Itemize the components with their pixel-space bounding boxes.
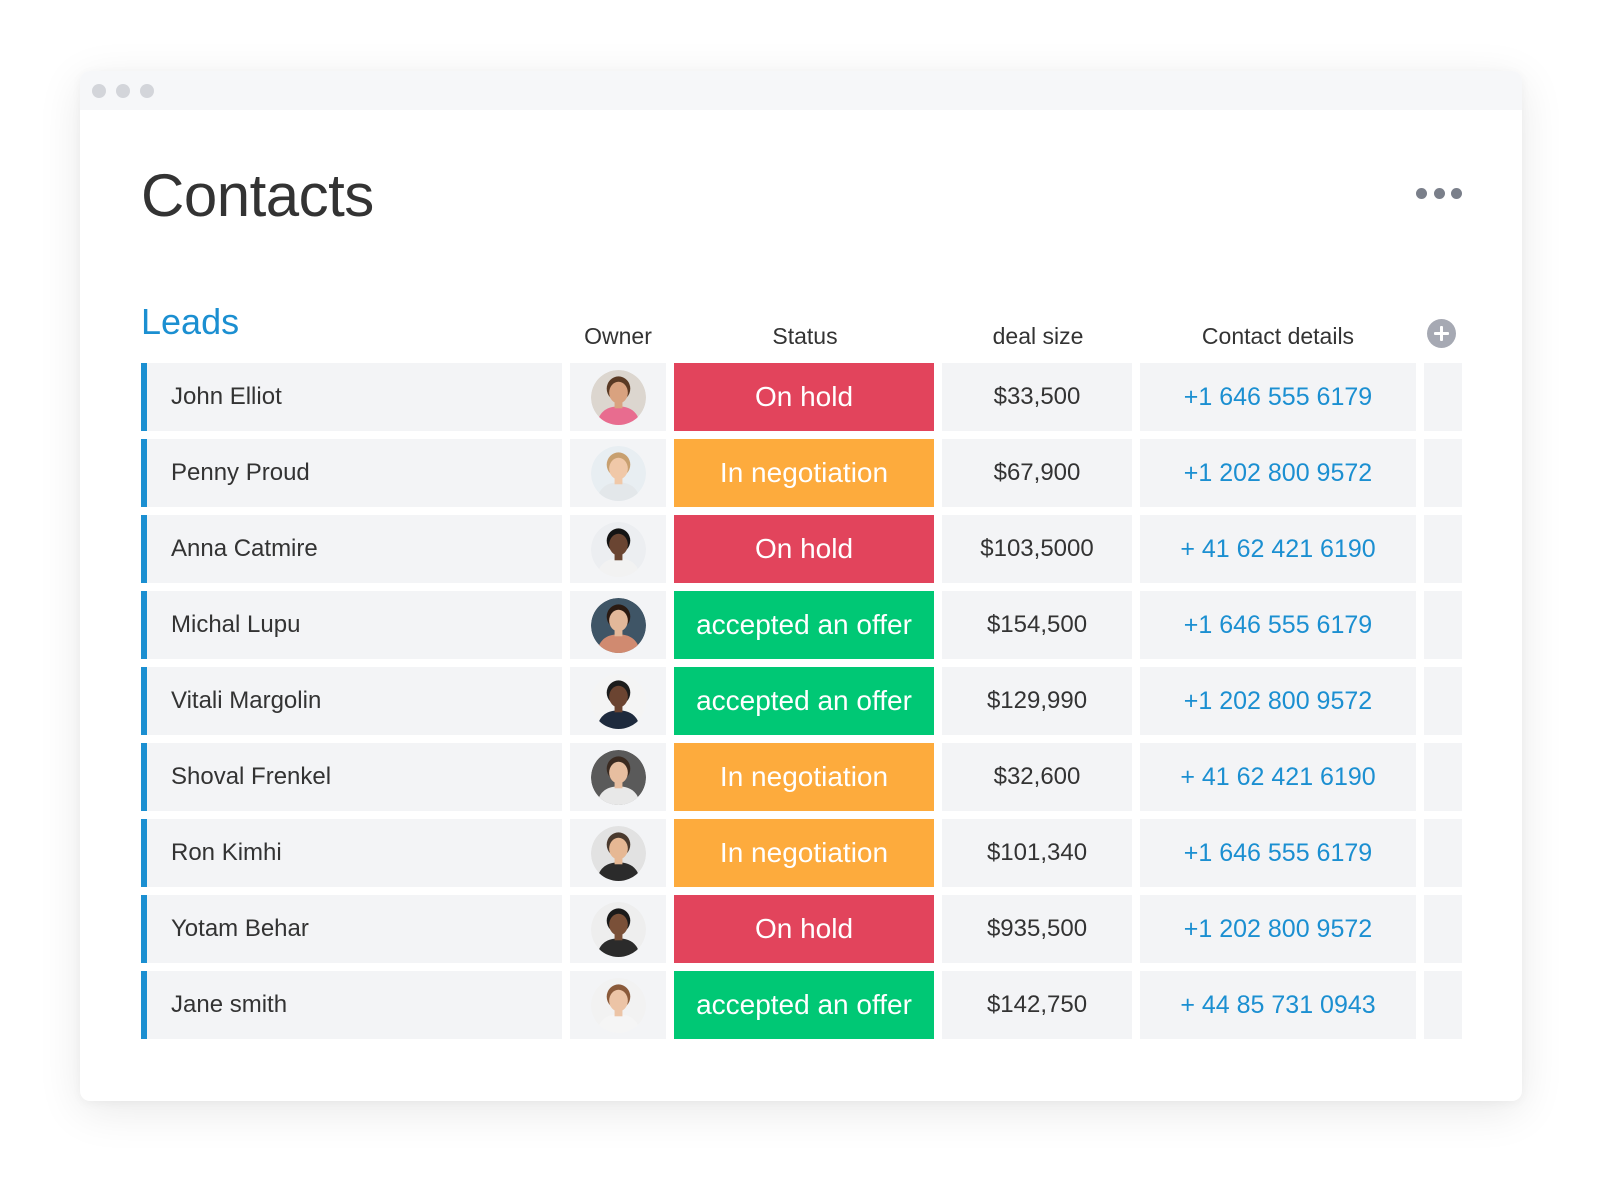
phone-link[interactable]: + 41 62 421 6190 [1140, 743, 1416, 811]
table-row[interactable]: Anna Catmire On hold $103,5000 + 41 62 421 … [141, 515, 1462, 583]
owner-cell[interactable] [570, 667, 666, 735]
avatar[interactable] [590, 825, 646, 881]
avatar[interactable] [590, 597, 646, 653]
status-label[interactable]: In negotiation [674, 819, 934, 887]
avatar[interactable] [590, 977, 646, 1033]
table-row[interactable]: Yotam Behar On hold $935,500 +1 202 800 957… [141, 895, 1462, 963]
lead-name[interactable]: Yotam Behar [141, 895, 562, 963]
owner-cell[interactable] [570, 591, 666, 659]
table-row[interactable]: Penny Proud In negotiation $67,900 +1 202 8… [141, 439, 1462, 507]
table-row[interactable]: John Elliot On hold $33,500 +1 646 555 6179 [141, 363, 1462, 431]
status-label[interactable]: On hold [674, 515, 934, 583]
empty-cell[interactable] [1424, 819, 1462, 887]
column-header-owner[interactable]: Owner [570, 321, 666, 351]
status-label[interactable]: In negotiation [674, 743, 934, 811]
empty-cell[interactable] [1424, 895, 1462, 963]
phone-link[interactable]: +1 646 555 6179 [1140, 819, 1416, 887]
lead-name[interactable]: Anna Catmire [141, 515, 562, 583]
phone-link[interactable]: + 41 62 421 6190 [1140, 515, 1416, 583]
status-label[interactable]: On hold [674, 363, 934, 431]
lead-name[interactable]: Shoval Frenkel [141, 743, 562, 811]
deal-size-value: $129,990 [942, 667, 1132, 735]
deal-size-value: $33,500 [942, 363, 1132, 431]
table-row[interactable]: Jane smith accepted an offer $142,750 + 44 … [141, 971, 1462, 1039]
leads-table: John Elliot On hold $33,500 +1 646 555 6179… [141, 363, 1462, 1047]
lead-name[interactable]: Michal Lupu [141, 591, 562, 659]
deal-size-value: $142,750 [942, 971, 1132, 1039]
owner-cell[interactable] [570, 971, 666, 1039]
column-header-status[interactable]: Status [675, 321, 935, 351]
page-title: Contacts [141, 162, 374, 229]
empty-cell[interactable] [1424, 971, 1462, 1039]
phone-link[interactable]: +1 202 800 9572 [1140, 439, 1416, 507]
empty-cell[interactable] [1424, 667, 1462, 735]
deal-size-value: $935,500 [942, 895, 1132, 963]
table-row[interactable]: Vitali Margolin accepted an offer $129,990… [141, 667, 1462, 735]
lead-name[interactable]: Vitali Margolin [141, 667, 562, 735]
avatar[interactable] [590, 445, 646, 501]
phone-link[interactable]: + 44 85 731 0943 [1140, 971, 1416, 1039]
column-header-deal-size[interactable]: deal size [943, 321, 1133, 351]
table-row[interactable]: Ron Kimhi In negotiation $101,340 +1 646 55… [141, 819, 1462, 887]
empty-cell[interactable] [1424, 743, 1462, 811]
lead-name[interactable]: Penny Proud [141, 439, 562, 507]
window-dot-icon [140, 84, 154, 98]
empty-cell[interactable] [1424, 515, 1462, 583]
avatar[interactable] [590, 901, 646, 957]
empty-cell[interactable] [1424, 591, 1462, 659]
status-label[interactable]: On hold [674, 895, 934, 963]
lead-name[interactable]: Jane smith [141, 971, 562, 1039]
status-label[interactable]: In negotiation [674, 439, 934, 507]
owner-cell[interactable] [570, 895, 666, 963]
owner-cell[interactable] [570, 515, 666, 583]
deal-size-value: $154,500 [942, 591, 1132, 659]
window-dot-icon [92, 84, 106, 98]
deal-size-value: $101,340 [942, 819, 1132, 887]
phone-link[interactable]: +1 646 555 6179 [1140, 591, 1416, 659]
phone-link[interactable]: +1 202 800 9572 [1140, 667, 1416, 735]
avatar[interactable] [590, 521, 646, 577]
app-window: Contacts Leads Owner Status deal size Co… [80, 71, 1522, 1101]
owner-cell[interactable] [570, 439, 666, 507]
column-header-contact-details[interactable]: Contact details [1140, 321, 1416, 351]
status-label[interactable]: accepted an offer [674, 971, 934, 1039]
owner-cell[interactable] [570, 363, 666, 431]
more-options-icon[interactable] [1416, 181, 1462, 205]
group-title[interactable]: Leads [141, 301, 239, 343]
owner-cell[interactable] [570, 819, 666, 887]
phone-link[interactable]: +1 646 555 6179 [1140, 363, 1416, 431]
avatar[interactable] [590, 369, 646, 425]
add-column-icon[interactable] [1427, 319, 1456, 348]
empty-cell[interactable] [1424, 363, 1462, 431]
lead-name[interactable]: Ron Kimhi [141, 819, 562, 887]
deal-size-value: $67,900 [942, 439, 1132, 507]
avatar[interactable] [590, 673, 646, 729]
deal-size-value: $103,5000 [942, 515, 1132, 583]
status-label[interactable]: accepted an offer [674, 591, 934, 659]
table-row[interactable]: Shoval Frenkel In negotiation $32,600 + 41 … [141, 743, 1462, 811]
empty-cell[interactable] [1424, 439, 1462, 507]
table-row[interactable]: Michal Lupu accepted an offer $154,500 +1 6… [141, 591, 1462, 659]
lead-name[interactable]: John Elliot [141, 363, 562, 431]
window-titlebar [80, 71, 1522, 110]
phone-link[interactable]: +1 202 800 9572 [1140, 895, 1416, 963]
status-label[interactable]: accepted an offer [674, 667, 934, 735]
window-dot-icon [116, 84, 130, 98]
deal-size-value: $32,600 [942, 743, 1132, 811]
avatar[interactable] [590, 749, 646, 805]
owner-cell[interactable] [570, 743, 666, 811]
